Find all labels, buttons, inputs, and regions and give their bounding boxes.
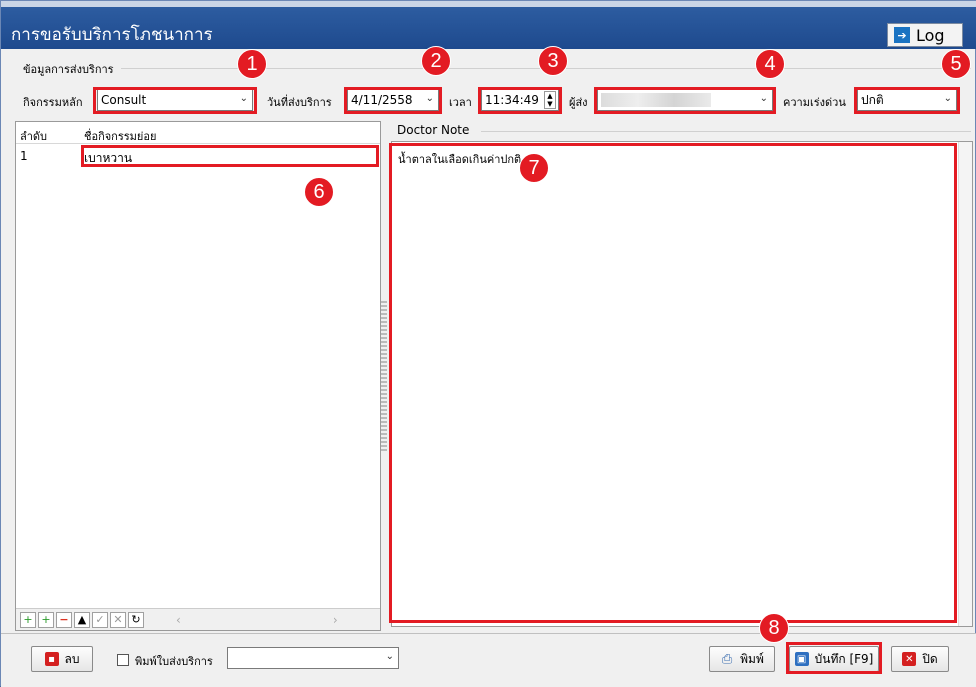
callout-badge-5: 5	[941, 49, 971, 79]
title-bar: การขอรับบริการโภชนาการ ➔ Log	[1, 1, 976, 49]
delete-button-label: ลบ	[64, 651, 80, 666]
chevron-down-icon: ⌄	[425, 93, 434, 104]
add-child-icon[interactable]: +	[38, 611, 54, 628]
floppy-disk-icon: ▣	[794, 652, 809, 666]
sender-label: ผู้ส่ง	[569, 96, 588, 109]
row-name: เบาหวาน	[84, 151, 133, 165]
vertical-scrollbar[interactable]	[958, 142, 972, 626]
service-info-group-label: ข้อมูลการส่งบริการ	[23, 63, 114, 76]
window-top-trim	[1, 1, 976, 7]
service-date-picker[interactable]: 4/11/2558 ⌄	[347, 89, 439, 111]
callout-badge-7: 7	[519, 153, 549, 183]
trash-icon: ▪	[44, 652, 59, 666]
callout-badge-8: 8	[759, 613, 789, 643]
scroll-right-icon[interactable]: ›	[333, 613, 338, 627]
callout-badge-4: 4	[755, 49, 785, 79]
chevron-down-icon: ⌄	[385, 651, 394, 662]
close-button[interactable]: ✕ ปิด	[891, 646, 949, 672]
main-activity-label: กิจกรรมหลัก	[23, 96, 83, 109]
doctor-note-textarea[interactable]: น้ำตาลในเลือดเกินค่าปกติ	[391, 141, 973, 627]
callout-badge-2: 2	[421, 46, 451, 76]
log-button-label: Log	[916, 25, 945, 45]
printer-icon: ⎙	[721, 651, 733, 667]
print-button[interactable]: ⎙ พิมพ์	[709, 646, 775, 672]
urgency-label: ความเร่งด่วน	[783, 96, 846, 109]
scroll-left-icon[interactable]: ‹	[176, 613, 181, 627]
doctor-note-label: Doctor Note	[397, 123, 470, 137]
urgency-select[interactable]: ปกติ ⌄	[857, 89, 957, 111]
print-button-label: พิมพ์	[740, 651, 764, 666]
time-label: เวลา	[449, 96, 472, 109]
callout-badge-6: 6	[304, 177, 334, 207]
column-header-no: ลำดับ	[20, 130, 48, 143]
chevron-down-icon: ⌄	[759, 93, 768, 104]
move-up-icon[interactable]: ▲	[74, 611, 90, 628]
print-slip-label: พิมพ์ใบส่งบริการ	[135, 655, 213, 668]
print-slip-checkbox[interactable]	[117, 654, 129, 666]
sender-value-redacted	[601, 93, 711, 107]
callout-badge-1: 1	[237, 49, 267, 79]
add-icon[interactable]: +	[20, 611, 36, 628]
cancel-icon[interactable]: ✕	[110, 611, 126, 628]
delete-button[interactable]: ▪ ลบ	[31, 646, 93, 672]
log-icon: ➔	[894, 27, 910, 43]
window-title: การขอรับบริการโภชนาการ	[11, 25, 213, 45]
app-window: การขอรับบริการโภชนาการ ➔ Log ข้อมูลการส่…	[0, 0, 976, 687]
bottom-bar: ▪ ลบ พิมพ์ใบส่งบริการ ⌄ ⎙ พิมพ์ ▣ บันทึก…	[1, 633, 976, 687]
service-date-label: วันที่ส่งบริการ	[267, 96, 332, 109]
save-button-label: บันทึก [F9]	[814, 651, 874, 666]
doctor-note-divider	[481, 131, 971, 132]
close-button-label: ปิด	[922, 651, 938, 666]
column-header-name: ชื่อกิจกรรมย่อย	[84, 130, 157, 143]
spin-arrows-icon[interactable]: ▲ ▼	[544, 91, 556, 109]
service-date-value: 4/11/2558	[351, 93, 413, 107]
main-activity-value: Consult	[101, 93, 147, 107]
splitter-handle[interactable]	[381, 301, 387, 451]
time-value: 11:34:49	[485, 93, 539, 107]
remove-icon[interactable]: −	[56, 611, 72, 628]
urgency-value: ปกติ	[861, 92, 884, 107]
save-button[interactable]: ▣ บันทึก [F9]	[789, 646, 879, 672]
refresh-icon[interactable]: ↻	[128, 611, 144, 628]
log-button[interactable]: ➔ Log	[887, 23, 963, 47]
sender-select[interactable]: ⌄	[597, 89, 773, 111]
callout-badge-3: 3	[538, 46, 568, 76]
row-no: 1	[20, 149, 28, 163]
chevron-down-icon: ⌄	[943, 93, 952, 104]
list-toolbar: + + − ▲ ✓ ✕ ↻ ‹ ›	[16, 608, 380, 630]
close-icon: ✕	[902, 652, 917, 666]
sub-activity-header: ลำดับ ชื่อกิจกรรมย่อย	[16, 122, 380, 144]
table-row[interactable]: 1 เบาหวาน	[16, 146, 380, 166]
time-spinner[interactable]: 11:34:49 ▲ ▼	[481, 89, 559, 111]
main-activity-select[interactable]: Consult ⌄	[97, 89, 253, 111]
print-slip-select[interactable]: ⌄	[227, 647, 399, 669]
check-icon[interactable]: ✓	[92, 611, 108, 628]
doctor-note-text: น้ำตาลในเลือดเกินค่าปกติ	[398, 153, 522, 166]
chevron-down-icon: ⌄	[239, 93, 248, 104]
